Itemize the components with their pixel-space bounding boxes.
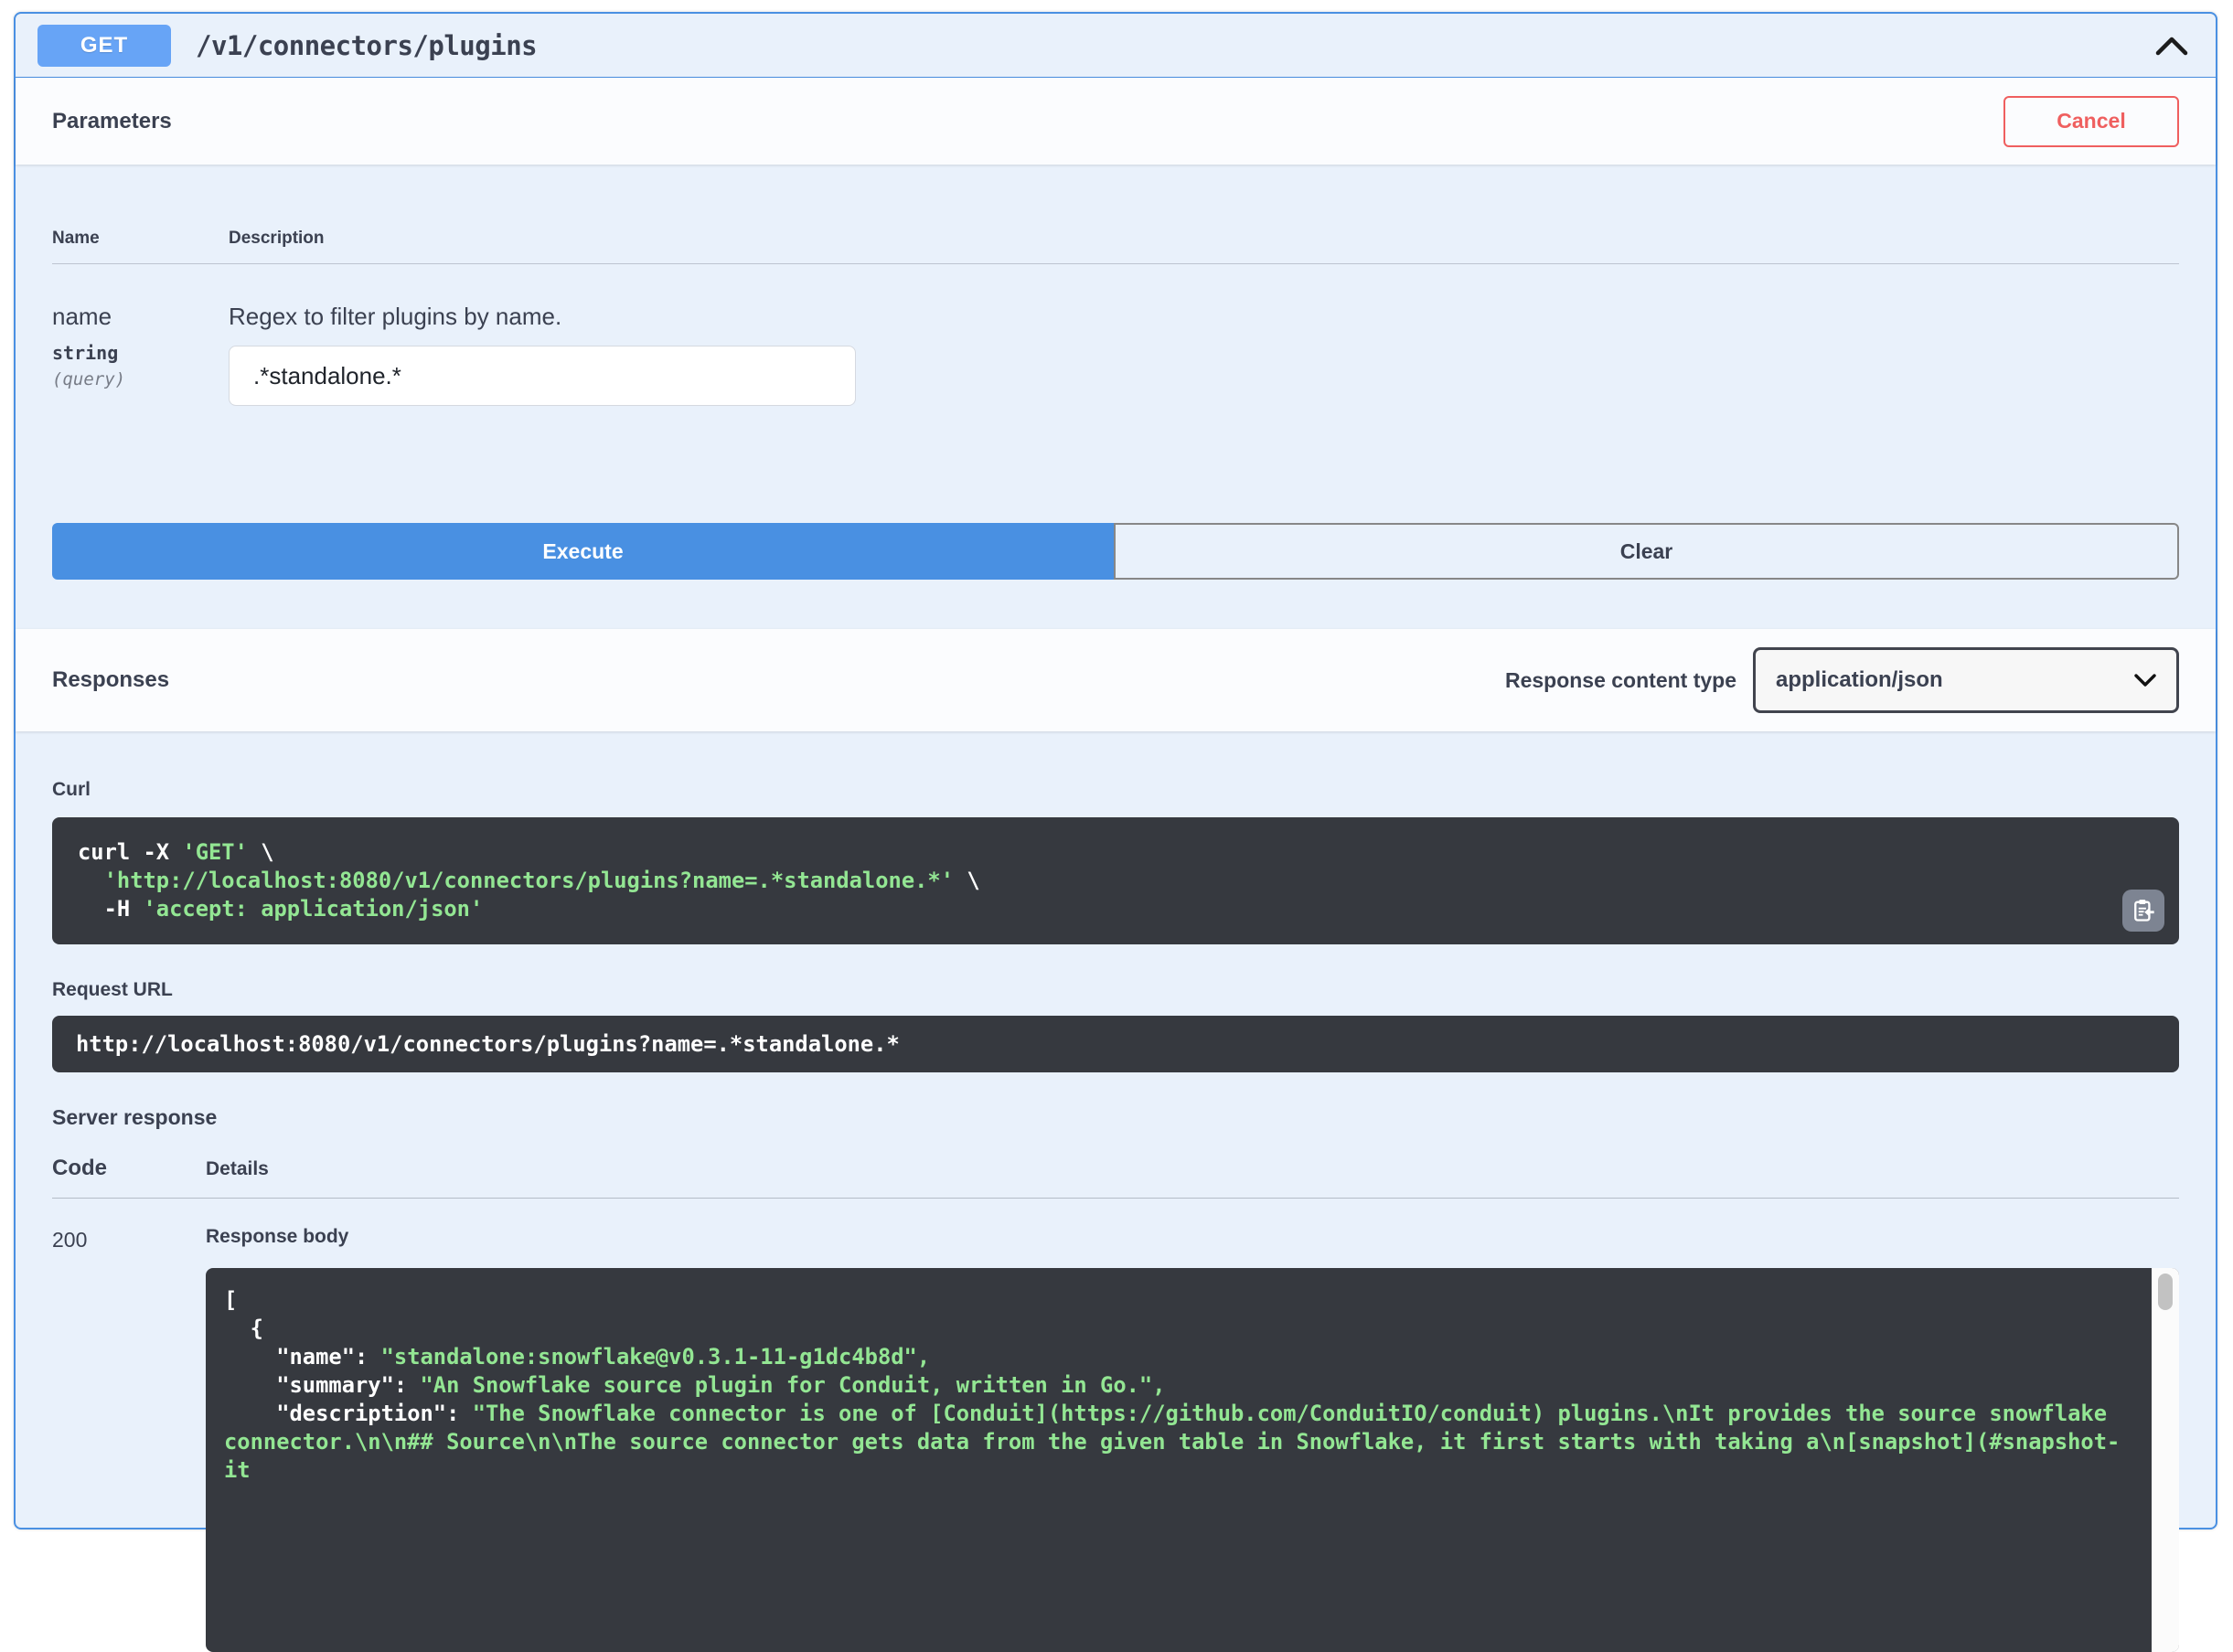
parameter-row-name: name string (query) Regex to filter plug… — [52, 303, 2179, 406]
scrollbar-thumb[interactable] — [2158, 1274, 2173, 1310]
content-type-select[interactable]: application/json — [1753, 647, 2179, 713]
table-header-divider — [52, 263, 2179, 264]
execute-row: Execute Clear — [52, 523, 2179, 580]
parameters-title: Parameters — [52, 109, 172, 134]
param-description: Regex to filter plugins by name. — [229, 303, 856, 331]
response-body-label: Response body — [206, 1226, 2179, 1248]
name-column-header: Name — [52, 229, 229, 249]
details-column-header: Details — [206, 1158, 269, 1180]
collapse-button[interactable] — [2150, 30, 2194, 61]
content-type-value: application/json — [1776, 667, 1943, 693]
response-body-block: [ { "name": "standalone:snowflake@v0.3.1… — [206, 1268, 2179, 1652]
parameters-body: Name Description name string (query) Reg… — [16, 165, 2216, 580]
curl-command-block: curl -X 'GET' \ 'http://localhost:8080/v… — [52, 817, 2179, 944]
endpoint-path: /v1/connectors/plugins — [196, 30, 537, 61]
response-body-scrollbar[interactable] — [2152, 1268, 2179, 1652]
clipboard-icon — [2131, 898, 2156, 923]
responses-section-header: Responses Response content type applicat… — [16, 629, 2216, 731]
execute-button[interactable]: Execute — [52, 523, 1114, 580]
copy-to-clipboard-button[interactable] — [2122, 890, 2164, 932]
param-location: (query) — [52, 369, 229, 389]
status-code: 200 — [52, 1226, 206, 1652]
description-column-header: Description — [229, 229, 325, 249]
server-response-header-row: Code Details — [52, 1156, 2179, 1181]
http-method-badge: GET — [37, 25, 171, 67]
clear-button[interactable]: Clear — [1114, 523, 2179, 580]
chevron-down-icon — [2134, 674, 2156, 687]
param-name: name — [52, 303, 229, 331]
request-url-value: http://localhost:8080/v1/connectors/plug… — [76, 1030, 900, 1059]
cancel-button[interactable]: Cancel — [2003, 96, 2179, 147]
operation-panel-get: GET /v1/connectors/plugins Parameters Ca… — [14, 12, 2217, 1529]
parameters-table-header-row: Name Description — [52, 229, 2179, 249]
parameters-section-header: Parameters Cancel — [16, 78, 2216, 165]
code-column-header: Code — [52, 1156, 206, 1181]
request-url-label: Request URL — [52, 979, 2179, 1001]
request-url-block: http://localhost:8080/v1/connectors/plug… — [52, 1016, 2179, 1072]
server-response-divider — [52, 1198, 2179, 1199]
content-type-label: Response content type — [1505, 668, 1736, 693]
server-response-title: Server response — [52, 1105, 2179, 1130]
param-type: string — [52, 342, 229, 364]
chevron-up-icon — [2155, 36, 2188, 56]
responses-title: Responses — [52, 667, 169, 693]
live-responses: Curl curl -X 'GET' \ 'http://localhost:8… — [16, 731, 2216, 1652]
server-response-row: 200 Response body [ { "name": "standalon… — [52, 1226, 2179, 1652]
name-param-input[interactable] — [229, 346, 856, 406]
response-body-text: [ { "name": "standalone:snowflake@v0.3.1… — [224, 1286, 2128, 1485]
operation-summary-bar[interactable]: GET /v1/connectors/plugins — [16, 14, 2216, 78]
curl-label: Curl — [52, 779, 2179, 801]
curl-command-text: curl -X 'GET' \ 'http://localhost:8080/v… — [78, 838, 2153, 923]
